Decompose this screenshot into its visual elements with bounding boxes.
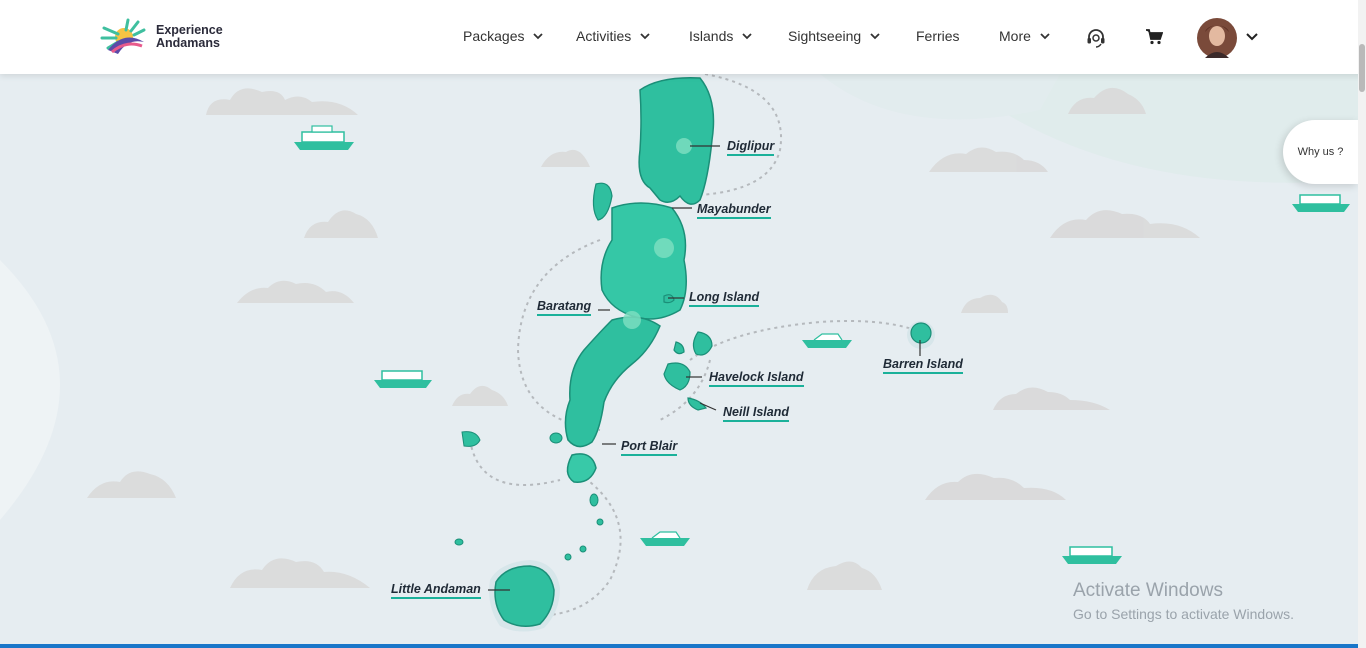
nav-packages[interactable]: Packages: [463, 28, 544, 44]
chevron-down-icon: [533, 33, 544, 40]
nav-ferries[interactable]: Ferries: [916, 28, 960, 44]
logo-icon: [100, 18, 146, 54]
map-label-little-andaman[interactable]: Little Andaman: [391, 582, 481, 599]
barren-island: [907, 321, 935, 349]
nav-activities[interactable]: Activities: [576, 28, 651, 44]
map-label-port-blair[interactable]: Port Blair: [621, 439, 678, 456]
chevron-down-icon: [640, 33, 650, 40]
map-label-barren[interactable]: Barren Island: [883, 357, 963, 374]
page-scrollbar[interactable]: [1358, 0, 1366, 648]
next-section-edge: [0, 644, 1358, 648]
map-label-baratang[interactable]: Baratang: [537, 299, 592, 316]
avatar[interactable]: [1197, 18, 1237, 58]
nav-more-label: More: [999, 28, 1031, 44]
chevron-down-icon[interactable]: [1245, 31, 1259, 43]
brand-name-line2: Andamans: [156, 36, 220, 50]
chevron-down-icon: [870, 33, 880, 40]
chevron-down-icon: [742, 33, 752, 40]
islands-map: [0, 74, 1358, 644]
top-navigation-bar: Experience Andamans Packages Activities …: [0, 0, 1366, 74]
map-label-diglipur[interactable]: Diglipur: [727, 139, 775, 156]
nav-ferries-label: Ferries: [916, 28, 960, 44]
why-us-label: Why us ?: [1297, 146, 1344, 158]
brand-logo[interactable]: Experience Andamans: [98, 16, 223, 58]
nav-activities-label: Activities: [576, 28, 632, 44]
map-label-havelock[interactable]: Havelock Island: [709, 370, 804, 387]
map-label-neill[interactable]: Neill Island: [723, 405, 789, 422]
map-label-long-island[interactable]: Long Island: [689, 290, 760, 307]
watermark-subtitle: Go to Settings to activate Windows.: [1073, 606, 1294, 622]
nav-sightseeing[interactable]: Sightseeing: [788, 28, 881, 44]
nav-more[interactable]: More: [999, 28, 1051, 44]
why-us-tab[interactable]: Why us ?: [1283, 120, 1358, 184]
scrollbar-thumb[interactable]: [1359, 44, 1365, 92]
nav-islands[interactable]: Islands: [689, 28, 753, 44]
cart-icon[interactable]: [1145, 29, 1163, 45]
windows-activation-watermark: Activate Windows Go to Settings to activ…: [1073, 580, 1294, 622]
nav-islands-label: Islands: [689, 28, 734, 44]
nav-sightseeing-label: Sightseeing: [788, 28, 862, 44]
nav-packages-label: Packages: [463, 28, 525, 44]
map-label-mayabunder[interactable]: Mayabunder: [697, 202, 771, 219]
chevron-down-icon: [1040, 33, 1050, 40]
little-andaman-island: [489, 560, 560, 632]
headset-icon[interactable]: [1085, 27, 1107, 49]
watermark-title: Activate Windows: [1073, 580, 1223, 601]
